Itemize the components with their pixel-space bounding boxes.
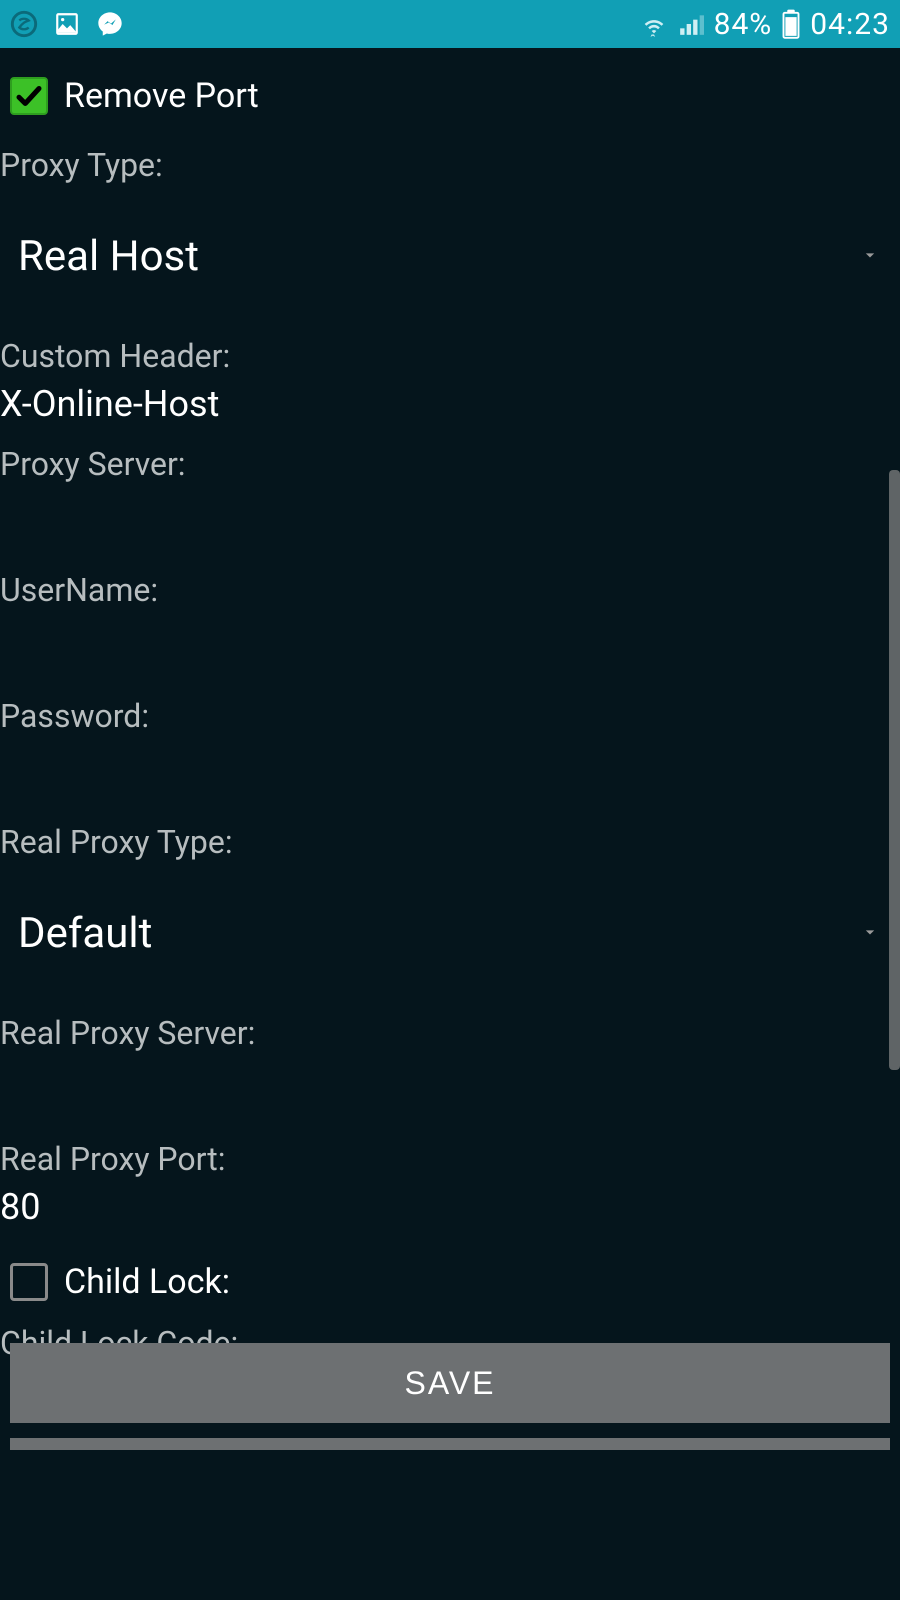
username-field[interactable] <box>0 613 900 633</box>
real-proxy-type-label: Real Proxy Type: <box>0 811 900 865</box>
proxy-type-dropdown[interactable]: Real Host <box>0 188 900 325</box>
save-button[interactable]: SAVE <box>10 1343 890 1423</box>
custom-header-label: Custom Header: <box>0 325 900 379</box>
chevron-down-icon <box>860 922 880 946</box>
child-lock-row[interactable]: Child Lock: <box>0 1244 900 1320</box>
messenger-icon <box>96 10 124 38</box>
child-lock-label: Child Lock: <box>64 1262 230 1302</box>
battery-icon <box>782 9 800 39</box>
password-field[interactable] <box>0 739 900 759</box>
remove-port-row[interactable]: Remove Port <box>0 48 900 134</box>
battery-percent: 84% <box>714 7 773 42</box>
password-label: Password: <box>0 685 900 739</box>
real-proxy-server-label: Real Proxy Server: <box>0 1002 900 1056</box>
real-proxy-server-field[interactable] <box>0 1056 900 1076</box>
secondary-bar[interactable] <box>10 1438 890 1450</box>
real-proxy-port-field[interactable]: 80 <box>0 1182 900 1244</box>
settings-form: Remove Port Proxy Type: Real Host Custom… <box>0 48 900 1386</box>
remove-port-label: Remove Port <box>64 76 259 116</box>
proxy-server-label: Proxy Server: <box>0 441 900 487</box>
status-bar: 84% 04:23 <box>0 0 900 48</box>
signal-icon <box>678 11 704 37</box>
real-proxy-type-value: Default <box>18 909 152 958</box>
child-lock-checkbox[interactable] <box>10 1263 48 1301</box>
gallery-icon <box>54 11 80 37</box>
proxy-type-value: Real Host <box>18 232 199 281</box>
remove-port-checkbox[interactable] <box>10 77 48 115</box>
proxy-type-label: Proxy Type: <box>0 134 900 188</box>
custom-header-field[interactable]: X-Online-Host <box>0 379 900 441</box>
chevron-down-icon <box>860 245 880 269</box>
clock: 04:23 <box>810 7 890 42</box>
real-proxy-port-label: Real Proxy Port: <box>0 1128 900 1182</box>
wifi-icon <box>640 10 668 38</box>
app-icon-s <box>10 10 38 38</box>
username-label: UserName: <box>0 559 900 613</box>
scrollbar[interactable] <box>889 470 900 1070</box>
real-proxy-type-dropdown[interactable]: Default <box>0 865 900 1002</box>
proxy-server-field[interactable] <box>0 487 900 507</box>
